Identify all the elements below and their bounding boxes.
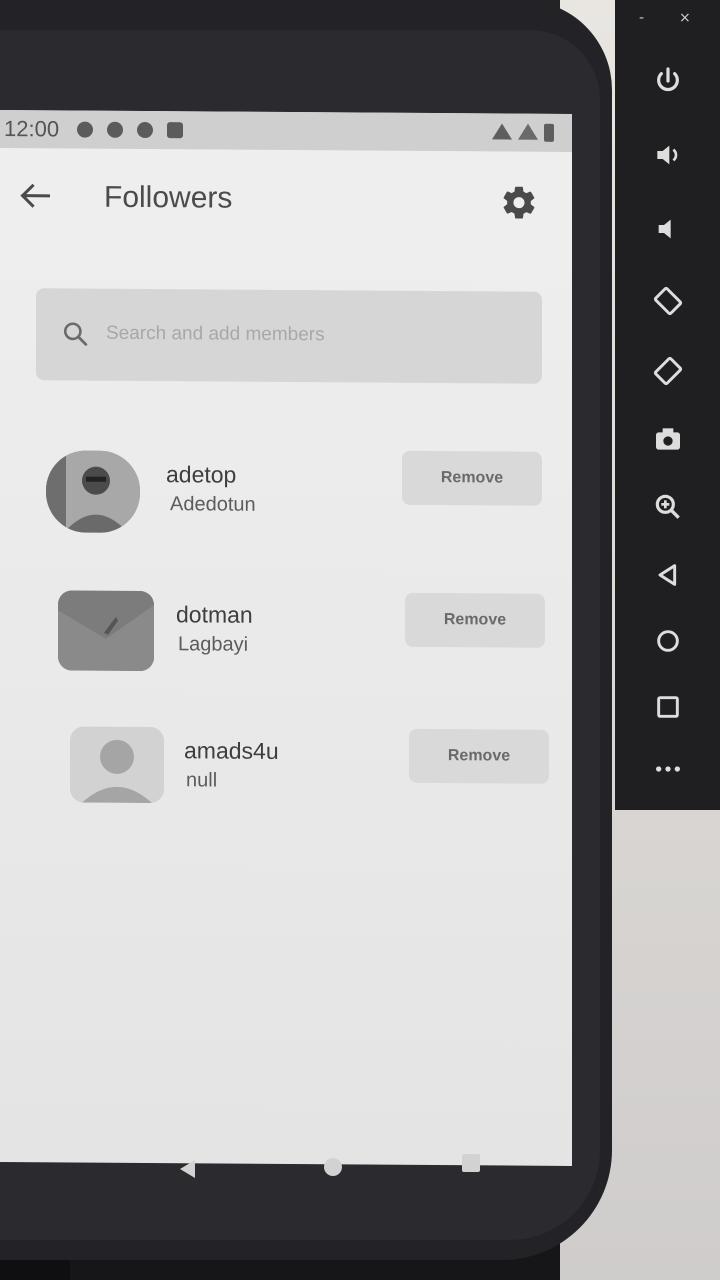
rotate-left-icon[interactable]: [645, 278, 691, 324]
list-item: dotman Lagbayi Remove: [0, 590, 572, 694]
follower-display-name: Adedotun: [170, 493, 256, 516]
volume-up-icon[interactable]: [645, 132, 691, 178]
nav-overview-icon[interactable]: [462, 1154, 480, 1172]
status-bar: 12:00: [0, 110, 572, 152]
volume-down-icon[interactable]: [645, 206, 691, 252]
home-icon[interactable]: [645, 618, 691, 664]
emulator-toolbar: - ×: [615, 0, 720, 810]
nav-back-icon[interactable]: [180, 1160, 195, 1178]
avatar-photo-adetop: [46, 450, 140, 533]
avatar: [58, 590, 154, 672]
shield-status-icon: [107, 121, 124, 138]
remove-button[interactable]: Remove: [405, 592, 545, 648]
avatar: [70, 726, 164, 804]
signal-icon: [518, 123, 538, 140]
avatar: [46, 450, 140, 533]
sync-status-icon: [137, 121, 154, 139]
remove-button[interactable]: Remove: [409, 728, 549, 784]
phone-body: 12:00 Followers Search and add members a…: [0, 0, 612, 1260]
follower-username: amads4u: [184, 737, 279, 764]
wifi-icon: [492, 123, 512, 140]
list-item: adetop Adedotun Remove: [0, 444, 572, 548]
status-time: 12:00: [4, 116, 60, 142]
camera-icon[interactable]: [645, 416, 691, 462]
more-icon[interactable]: [645, 746, 691, 792]
settings-status-icon: [77, 121, 94, 138]
sim-status-icon: [167, 122, 184, 139]
minimize-button[interactable]: -: [639, 10, 644, 26]
camera-scene: × t 00 12:00: [0, 0, 720, 1280]
rotate-right-icon[interactable]: [645, 348, 691, 394]
follower-display-name: null: [186, 769, 218, 792]
nav-home-icon[interactable]: [324, 1158, 342, 1176]
back-arrow-icon[interactable]: [20, 184, 54, 208]
follower-display-name: Lagbayi: [178, 633, 249, 656]
close-button[interactable]: ×: [679, 10, 691, 26]
list-item: amads4u null Remove: [0, 726, 572, 830]
phone-screen: 12:00 Followers Search and add members a…: [0, 110, 572, 1166]
overview-icon[interactable]: [645, 684, 691, 730]
app-bar: Followers: [0, 148, 572, 242]
power-icon[interactable]: [645, 58, 691, 104]
search-icon: [63, 322, 88, 346]
follower-username: adetop: [166, 461, 237, 488]
person-placeholder-icon: [70, 726, 164, 804]
back-icon[interactable]: [645, 552, 691, 598]
phone-nav-bar: [80, 1140, 580, 1200]
avatar-photo-dotman: [58, 590, 154, 672]
battery-icon: [544, 123, 554, 142]
zoom-icon[interactable]: [645, 484, 691, 530]
search-field[interactable]: [36, 288, 542, 384]
page-title: Followers: [104, 180, 233, 215]
follower-username: dotman: [176, 601, 253, 628]
gear-icon[interactable]: [500, 183, 538, 221]
search-input[interactable]: [106, 316, 506, 354]
remove-button[interactable]: Remove: [402, 450, 542, 506]
